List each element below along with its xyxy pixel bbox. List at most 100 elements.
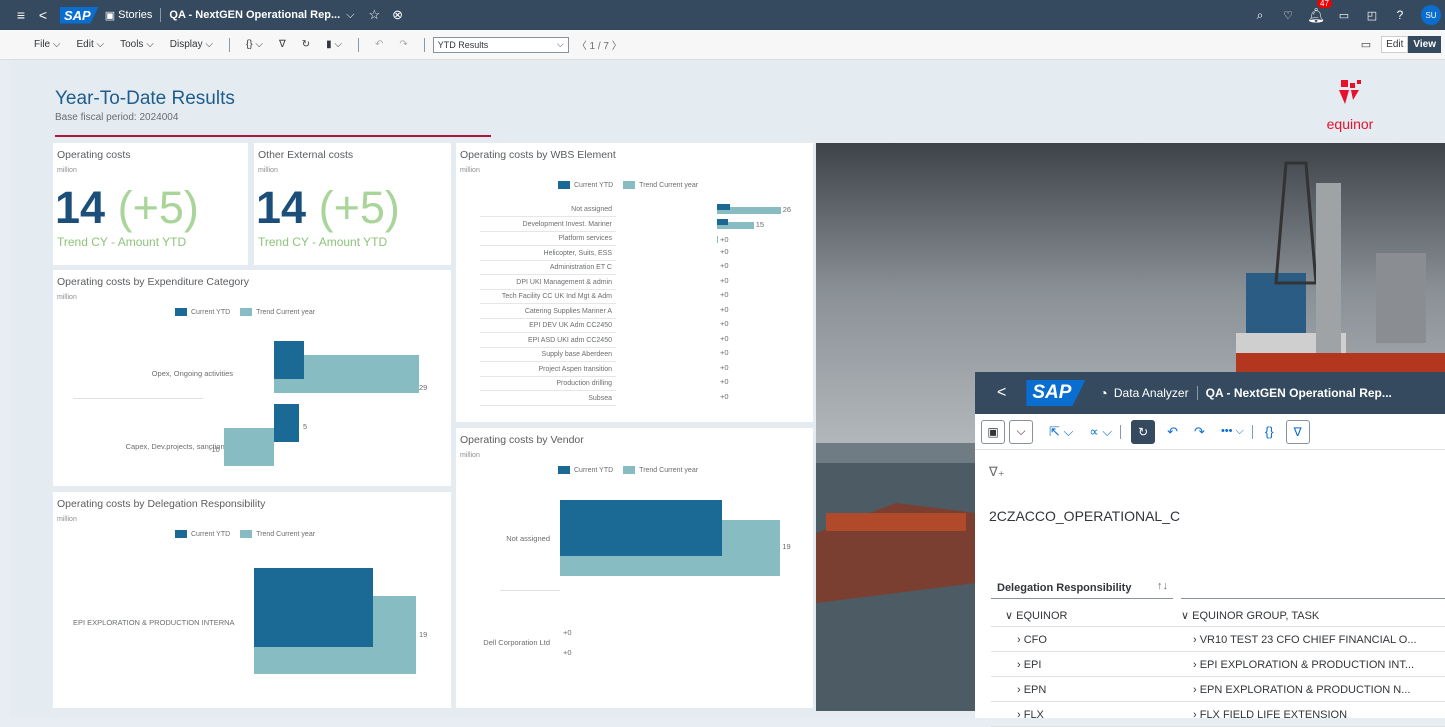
add-filter-icon[interactable]: ∇₊ (989, 464, 1005, 480)
divider (1196, 386, 1198, 400)
category-label: Administration ET C (480, 261, 616, 275)
save-menu-chevron-icon[interactable]: ⌵ (1009, 419, 1033, 444)
link-icon[interactable]: ∝ ⌵ (1089, 424, 1112, 440)
device-preview-icon[interactable]: ▭ (1361, 38, 1371, 51)
column-header-delegation[interactable]: Delegation Responsibility (997, 582, 1131, 594)
category-label: Development Invest. Mariner (480, 218, 616, 232)
analyzer-title[interactable]: QA - NextGEN Operational Rep... (1206, 386, 1392, 400)
data-label: 29 (419, 383, 428, 392)
notification-icon[interactable]: 🔔︎ 47 (1305, 0, 1332, 24)
data-label: +0 (563, 628, 572, 637)
query-name: 2CZACCO_OPERATIONAL_C (989, 508, 1181, 524)
help-icon[interactable]: ? (1389, 8, 1411, 22)
equinor-logo-icon (1339, 80, 1361, 104)
filter-icon[interactable]: ∇ (1285, 419, 1310, 444)
lightbulb-icon[interactable]: ♡ (1277, 9, 1299, 22)
chart-legend: Current YTD Trend Current year (548, 181, 698, 189)
analyzer-toolbar: ▣ ⌵ ⇱ ⌵ ∝ ⌵ ↻ ↶ ↷ ••• ⌵ {} ∇ (975, 414, 1445, 450)
bookmark-icon[interactable]: ▮ ⌵ (318, 39, 350, 50)
more-icon[interactable]: ••• ⌵ (1221, 425, 1244, 438)
close-circle-icon[interactable]: ⊗ (392, 7, 403, 23)
star-icon[interactable]: ☆ (368, 7, 380, 23)
notification-badge: 47 (1317, 0, 1332, 8)
search-icon[interactable]: ⌕ (1249, 8, 1271, 23)
redo-icon[interactable]: ↷ (391, 39, 415, 50)
divider (423, 37, 425, 52)
tools-menu[interactable]: Tools ⌵ (112, 39, 162, 50)
page-select[interactable]: YTD Results ⌵ (432, 36, 569, 53)
refresh-icon[interactable]: ↻ (294, 39, 318, 50)
chart-unit: million (57, 516, 77, 523)
chevron-down-icon[interactable]: ⌵ (346, 9, 354, 22)
table-row[interactable]: › EPN › EPN EXPLORATION & PRODUCTION N... (991, 677, 1445, 702)
edit-menu[interactable]: Edit ⌵ (68, 39, 112, 50)
chevron-down-icon: ⌵ (556, 39, 564, 49)
story-canvas: Year-To-Date Results Base fiscal period:… (10, 60, 1445, 727)
tile-unit: million (258, 167, 278, 174)
copilot-icon[interactable]: ◰ (1361, 9, 1383, 22)
chart-title: Operating costs by Delegation Responsibi… (57, 498, 266, 510)
category-label: Not assigned (480, 203, 616, 217)
category-label: EPI EXPLORATION & PRODUCTION INTERNA (73, 618, 235, 627)
bar-current (717, 204, 731, 210)
display-menu[interactable]: Display ⌵ (162, 39, 221, 50)
filter-icon[interactable]: ∇ (271, 39, 294, 50)
analyzer-sap-logo[interactable]: SAP (1026, 380, 1086, 406)
divider (357, 37, 359, 52)
variables-icon[interactable]: {} (1265, 424, 1274, 439)
avatar[interactable]: SU (1421, 5, 1441, 25)
category-label: Helicopter, Suits, ESS (480, 247, 616, 261)
presentation-icon: ▣ (104, 9, 116, 22)
menu-icon[interactable]: ≡ (10, 7, 32, 23)
refresh-icon[interactable]: ↻ (1131, 419, 1156, 444)
chat-icon[interactable]: ▭ (1333, 9, 1355, 22)
page-title: Year-To-Date Results (55, 88, 235, 109)
table-row[interactable]: › FLX › FLX FIELD LIFE EXTENSION (991, 702, 1445, 727)
category-label: DPI UKI Management & admin (480, 276, 616, 290)
variables-button[interactable]: {} ⌵ (238, 39, 271, 50)
edit-mode-button[interactable]: Edit (1381, 36, 1409, 53)
story-toolbar: File ⌵ Edit ⌵ Tools ⌵ Display ⌵ {} ⌵ ∇ ↻… (0, 30, 1445, 60)
kpi-value: 14 (+5) (55, 182, 199, 233)
data-analyzer-icon: ◔ (1099, 385, 1108, 401)
data-label: +0 (720, 319, 729, 328)
axis-divider (500, 590, 560, 591)
sort-icon[interactable]: ↑↓ (1157, 580, 1168, 592)
bar-current (254, 568, 373, 647)
chart-expenditure-category[interactable]: Operating costs by Expenditure Category … (53, 270, 451, 486)
table-row[interactable]: › EPI › EPI EXPLORATION & PRODUCTION INT.… (991, 652, 1445, 677)
save-icon[interactable]: ▣ (981, 419, 1005, 444)
chart-unit: million (460, 452, 480, 459)
data-label: +0 (720, 391, 729, 401)
tile-title: Other External costs (258, 149, 354, 161)
data-label: +0 (720, 290, 729, 299)
header-divider (991, 598, 1173, 599)
bar-current (274, 404, 299, 442)
view-mode-button[interactable]: View (1408, 36, 1441, 53)
stories-link[interactable]: Stories (118, 9, 152, 21)
share-icon[interactable]: ⇱ ⌵ (1049, 424, 1073, 440)
chart-title: Operating costs by Expenditure Category (57, 276, 250, 288)
kpi-other-external-costs[interactable]: Other External costs million 14 (+5) Tre… (254, 143, 451, 265)
story-title[interactable]: QA - NextGEN Operational Rep... (169, 9, 340, 21)
file-menu[interactable]: File ⌵ (26, 39, 68, 50)
undo-icon[interactable]: ↶ (1167, 424, 1178, 440)
kpi-operating-costs[interactable]: Operating costs million 14 (+5) Trend CY… (53, 143, 248, 265)
data-label: -10 (209, 445, 220, 454)
bar-current (560, 500, 723, 556)
equinor-logo: equinor (1315, 76, 1385, 132)
category-label: Opex, Ongoing activities (151, 369, 233, 378)
chart-legend: Current YTD Trend Current year (165, 308, 315, 316)
chart-delegation-responsibility[interactable]: Operating costs by Delegation Responsibi… (53, 492, 451, 708)
undo-icon[interactable]: ↶ (367, 39, 391, 50)
redo-icon[interactable]: ↷ (1194, 424, 1205, 440)
page-pager[interactable]: 〈 1 / 7 〉 (569, 37, 630, 52)
chart-vendor[interactable]: Operating costs by Vendor million Curren… (456, 428, 813, 708)
analyzer-app-name[interactable]: Data Analyzer (1114, 386, 1189, 400)
sap-logo[interactable]: SAP (60, 6, 99, 24)
table-row[interactable]: ∨ EQUINOR ∨ EQUINOR GROUP, TASK (991, 602, 1445, 627)
back-icon[interactable]: < (32, 7, 54, 23)
analyzer-back-icon[interactable]: < (997, 384, 1006, 402)
chart-wbs-element[interactable]: Operating costs by WBS Element million C… (456, 143, 813, 422)
table-row[interactable]: › CFO › VR10 TEST 23 CFO CHIEF FINANCIAL … (991, 627, 1445, 652)
